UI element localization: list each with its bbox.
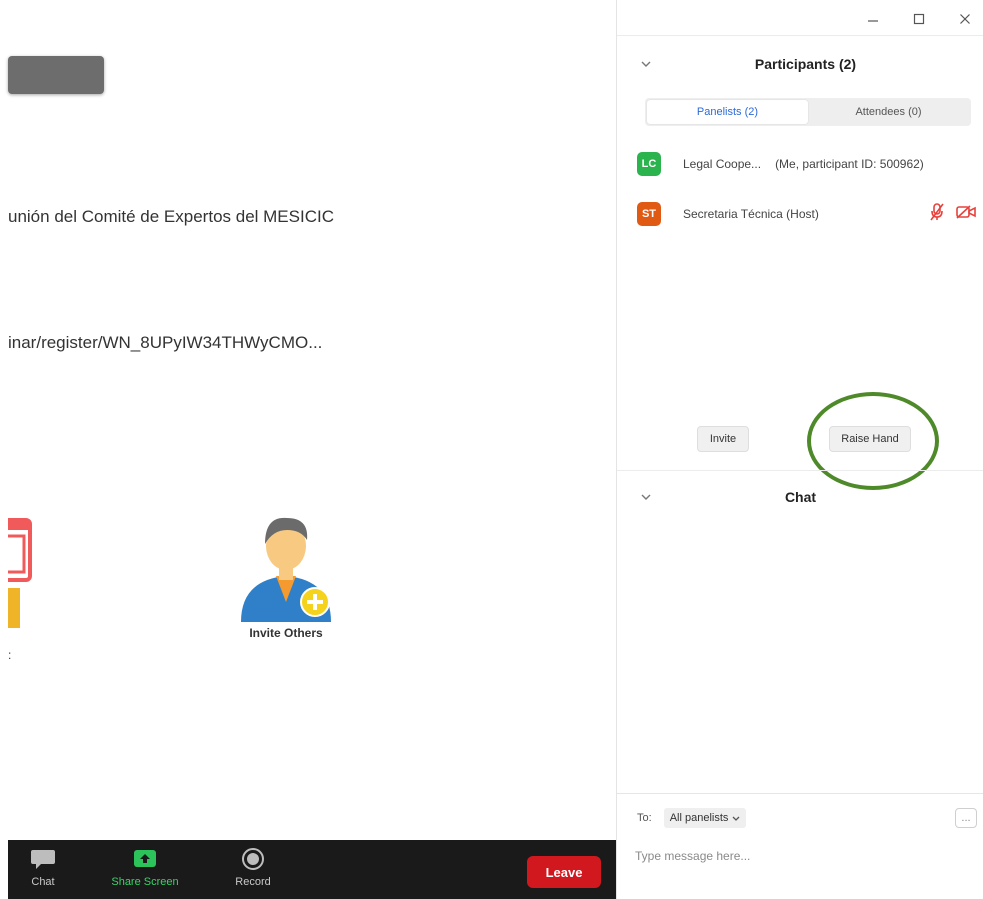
recipient-value: All panelists bbox=[669, 812, 729, 824]
video-off-icon bbox=[956, 204, 976, 224]
share-icon[interactable] bbox=[8, 516, 34, 628]
chat-header: Chat bbox=[617, 482, 983, 512]
chat-icon bbox=[31, 850, 55, 869]
record-label: Record bbox=[235, 876, 271, 888]
participant-row[interactable]: LC Legal Coope... (Me, participant ID: 5… bbox=[637, 150, 983, 178]
raise-hand-button[interactable]: Raise Hand bbox=[829, 426, 911, 452]
participant-row[interactable]: ST Secretaria Técnica (Host) bbox=[637, 200, 983, 228]
invite-button[interactable]: Invite bbox=[697, 426, 749, 452]
panel-divider bbox=[617, 793, 983, 794]
redacted-banner bbox=[8, 56, 104, 94]
invite-others-button[interactable]: Invite Others bbox=[226, 510, 346, 640]
tab-panelists[interactable]: Panelists (2) bbox=[647, 100, 808, 124]
participants-header: Participants (2) bbox=[617, 49, 983, 79]
chat-message-input[interactable] bbox=[635, 845, 965, 867]
chevron-down-icon bbox=[732, 812, 740, 824]
chat-button[interactable]: Chat bbox=[8, 848, 78, 888]
participant-name: Secretaria Técnica (Host) bbox=[683, 207, 819, 221]
share-screen-icon bbox=[134, 850, 156, 867]
chat-recipient-row: To: All panelists bbox=[637, 808, 747, 828]
window-controls bbox=[863, 8, 975, 30]
mic-muted-icon bbox=[930, 202, 944, 226]
avatar: ST bbox=[637, 202, 661, 226]
panel-divider bbox=[617, 470, 983, 471]
leave-button[interactable]: Leave bbox=[527, 856, 601, 888]
recipient-select[interactable]: All panelists bbox=[663, 808, 747, 828]
meeting-toolbar: Chat Share Screen Record Leave bbox=[8, 840, 616, 899]
participants-tabs: Panelists (2) Attendees (0) bbox=[645, 98, 971, 126]
more-options-button[interactable]: ... bbox=[955, 808, 977, 828]
share-screen-button[interactable]: Share Screen bbox=[110, 848, 180, 888]
minimize-icon[interactable] bbox=[863, 9, 883, 29]
chat-title: Chat bbox=[784, 489, 817, 505]
share-label: : bbox=[8, 648, 12, 662]
invite-others-icon bbox=[241, 517, 331, 622]
maximize-icon[interactable] bbox=[909, 9, 929, 29]
share-screen-label: Share Screen bbox=[111, 876, 179, 888]
meeting-main-area: unión del Comité de Expertos del MESICIC… bbox=[0, 0, 616, 899]
participant-name: Legal Coope... bbox=[683, 157, 762, 171]
record-button[interactable]: Record bbox=[218, 848, 288, 888]
close-icon[interactable] bbox=[955, 9, 975, 29]
to-label: To: bbox=[637, 812, 652, 824]
invite-others-label: Invite Others bbox=[249, 626, 323, 640]
meeting-title: unión del Comité de Expertos del MESICIC bbox=[8, 207, 334, 226]
avatar: LC bbox=[637, 152, 661, 176]
meeting-url[interactable]: inar/register/WN_8UPyIW34THWyCMO... bbox=[8, 333, 322, 353]
tab-attendees[interactable]: Attendees (0) bbox=[808, 100, 969, 124]
chevron-down-icon[interactable] bbox=[639, 490, 653, 504]
chevron-down-icon[interactable] bbox=[639, 57, 653, 71]
participant-extra: (Me, participant ID: 500962) bbox=[775, 157, 924, 171]
record-icon bbox=[242, 848, 264, 870]
participants-title: Participants (2) bbox=[754, 56, 857, 72]
participant-status-icons bbox=[930, 202, 976, 226]
side-panel: Participants (2) Panelists (2) Attendees… bbox=[616, 0, 983, 899]
chat-label: Chat bbox=[31, 876, 55, 888]
panel-divider bbox=[617, 35, 983, 36]
